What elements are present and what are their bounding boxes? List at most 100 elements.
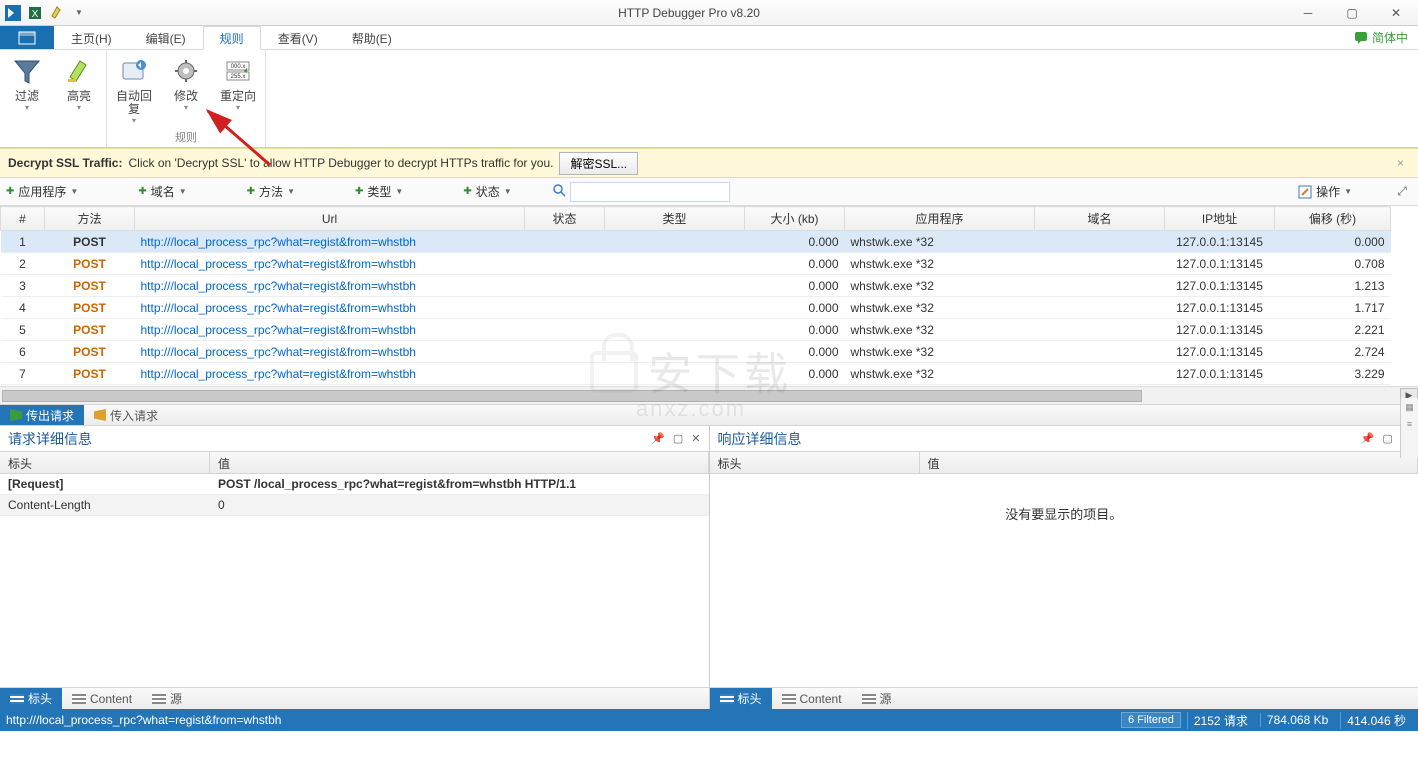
filter-add-icon: ✚ xyxy=(355,186,363,197)
column-header[interactable]: Url xyxy=(135,207,525,231)
request-grid: #方法Url状态类型大小 (kb)应用程序域名IP地址偏移 (秒) 1POSTh… xyxy=(0,206,1391,385)
reply-icon xyxy=(117,54,151,88)
menu-tab-3[interactable]: 查看(V) xyxy=(261,26,335,50)
menu-tabs: 主页(H)编辑(E)规则查看(V)帮助(E) 简体中 xyxy=(0,26,1418,50)
filter-4[interactable]: ✚状态▼ xyxy=(463,183,511,200)
chevron-down-icon: ▼ xyxy=(287,187,295,196)
funnel-icon xyxy=(10,54,44,88)
filter-1[interactable]: ✚域名▼ xyxy=(138,183,186,200)
column-header[interactable]: 应用程序 xyxy=(845,207,1035,231)
tab-content[interactable]: Content xyxy=(62,688,142,709)
source-tab-icon xyxy=(152,694,166,704)
filter-2[interactable]: ✚方法▼ xyxy=(247,183,295,200)
autoreply-button[interactable]: 自动回复 ▾ xyxy=(113,54,155,125)
menu-tab-1[interactable]: 编辑(E) xyxy=(129,26,203,50)
column-header[interactable]: IP地址 xyxy=(1165,207,1275,231)
column-header[interactable]: 状态 xyxy=(525,207,605,231)
status-requests: 2152 请求 xyxy=(1187,712,1254,729)
header-row[interactable]: Content-Length0 xyxy=(0,495,709,516)
pin-icon[interactable]: 📌 xyxy=(1361,432,1375,445)
column-header[interactable]: 域名 xyxy=(1035,207,1165,231)
filter-add-icon: ✚ xyxy=(6,186,14,197)
table-row[interactable]: 1POSThttp:///local_process_rpc?what=regi… xyxy=(1,231,1391,253)
response-panel-header: 响应详细信息 📌 ▢ ✕ xyxy=(710,426,1418,452)
banner-close-button[interactable]: × xyxy=(1391,156,1410,170)
scrollbar-thumb[interactable] xyxy=(2,390,1142,402)
maximize-button[interactable]: ▢ xyxy=(1330,0,1374,26)
excel-export-icon[interactable]: X xyxy=(26,4,44,22)
chevron-down-icon: ▼ xyxy=(179,187,187,196)
tab-headers[interactable]: 标头 xyxy=(0,688,62,709)
flag-in-icon xyxy=(94,409,106,421)
chevron-down-icon: ▼ xyxy=(70,187,78,196)
window-title: HTTP Debugger Pro v8.20 xyxy=(92,6,1286,20)
headers-tab-icon xyxy=(10,694,24,704)
status-size: 784.068 Kb xyxy=(1260,713,1334,727)
chat-icon xyxy=(1354,31,1368,45)
file-menu-button[interactable] xyxy=(0,26,54,49)
column-header[interactable]: 大小 (kb) xyxy=(745,207,845,231)
filter-add-icon: ✚ xyxy=(463,186,471,197)
svg-text:000.x: 000.x xyxy=(231,64,246,70)
menu-tab-0[interactable]: 主页(H) xyxy=(54,26,129,50)
svg-text:X: X xyxy=(32,9,39,20)
banner-title: Decrypt SSL Traffic: xyxy=(8,156,122,170)
banner-text: Click on 'Decrypt SSL' to allow HTTP Deb… xyxy=(128,156,553,170)
chevron-down-icon: ▼ xyxy=(504,187,512,196)
search-wrap xyxy=(552,182,730,202)
highlight-button[interactable]: 高亮 ▾ xyxy=(58,54,100,112)
incoming-tab[interactable]: 传入请求 xyxy=(84,405,168,425)
expand-button[interactable]: ⤢ xyxy=(1392,184,1412,199)
menu-tab-2[interactable]: 规则 xyxy=(203,26,261,50)
window-icon[interactable]: ▢ xyxy=(673,432,683,445)
chevron-down-icon: ▾ xyxy=(25,103,29,112)
redirect-icon: 000.x255.x xyxy=(221,54,255,88)
chevron-down-icon: ▼ xyxy=(1344,187,1352,196)
tab-content[interactable]: Content xyxy=(772,688,852,709)
close-button[interactable]: ✕ xyxy=(1374,0,1418,26)
pin-icon[interactable]: 📌 xyxy=(651,432,665,445)
filter-0[interactable]: ✚应用程序▼ xyxy=(6,183,78,200)
details-split: 请求详细信息 📌 ▢ ✕ 标头 值 [Request]POST /local_p… xyxy=(0,426,1418,709)
redirect-button[interactable]: 000.x255.x 重定向 ▾ xyxy=(217,54,259,125)
table-row[interactable]: 3POSThttp:///local_process_rpc?what=regi… xyxy=(1,275,1391,297)
side-tool-1[interactable]: ▦ xyxy=(1405,402,1414,413)
table-row[interactable]: 4POSThttp:///local_process_rpc?what=regi… xyxy=(1,297,1391,319)
table-row[interactable]: 5POSThttp:///local_process_rpc?what=regi… xyxy=(1,319,1391,341)
request-headers-body[interactable]: [Request]POST /local_process_rpc?what=re… xyxy=(0,474,709,687)
table-row[interactable]: 2POSThttp:///local_process_rpc?what=regi… xyxy=(1,253,1391,275)
column-header[interactable]: # xyxy=(1,207,45,231)
tab-headers[interactable]: 标头 xyxy=(710,688,772,709)
window-icon[interactable]: ▢ xyxy=(1382,432,1392,445)
tab-source[interactable]: 源 xyxy=(142,688,192,709)
status-filtered[interactable]: 6 Filtered xyxy=(1121,712,1181,728)
menu-tab-4[interactable]: 帮助(E) xyxy=(335,26,409,50)
tab-source[interactable]: 源 xyxy=(852,688,902,709)
modify-button[interactable]: 修改 ▾ xyxy=(165,54,207,125)
column-header[interactable]: 类型 xyxy=(605,207,745,231)
filter-3[interactable]: ✚类型▼ xyxy=(355,183,403,200)
close-panel-icon[interactable]: ✕ xyxy=(691,432,700,445)
operations-button[interactable]: 操作 ▼ xyxy=(1298,183,1352,200)
horizontal-scrollbar[interactable]: ▶ xyxy=(0,386,1418,404)
column-header[interactable]: 方法 xyxy=(45,207,135,231)
highlighter-icon xyxy=(62,54,96,88)
highlight-quick-icon[interactable] xyxy=(48,4,66,22)
column-header[interactable]: 偏移 (秒) xyxy=(1275,207,1391,231)
filter-add-icon: ✚ xyxy=(138,186,146,197)
status-url: http:///local_process_rpc?what=regist&fr… xyxy=(6,713,281,727)
decrypt-ssl-button[interactable]: 解密SSL... xyxy=(559,152,638,175)
language-button[interactable]: 简体中 xyxy=(1344,26,1418,49)
table-row[interactable]: 7POSThttp:///local_process_rpc?what=regi… xyxy=(1,363,1391,385)
search-input[interactable] xyxy=(570,182,730,202)
header-row[interactable]: [Request]POST /local_process_rpc?what=re… xyxy=(0,474,709,495)
outgoing-tab[interactable]: 传出请求 xyxy=(0,405,84,425)
filter-button[interactable]: 过滤 ▾ xyxy=(6,54,48,112)
minimize-button[interactable]: ─ xyxy=(1286,0,1330,26)
response-empty-message: 没有要显示的项目。 xyxy=(710,474,1418,687)
request-grid-wrap[interactable]: #方法Url状态类型大小 (kb)应用程序域名IP地址偏移 (秒) 1POSTh… xyxy=(0,206,1418,386)
qat-dropdown-icon[interactable]: ▼ xyxy=(70,4,88,22)
filter-add-icon: ✚ xyxy=(247,186,255,197)
table-row[interactable]: 6POSThttp:///local_process_rpc?what=regi… xyxy=(1,341,1391,363)
side-tool-2[interactable]: ≡ xyxy=(1407,419,1412,429)
